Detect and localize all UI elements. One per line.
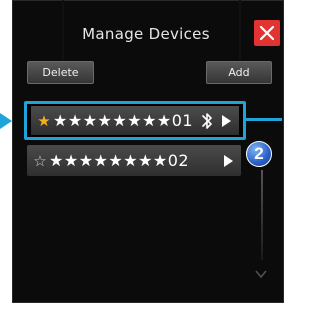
pointer-arrow-icon [0, 113, 12, 129]
delete-button[interactable]: Delete [27, 61, 94, 84]
play-arrow-icon [222, 114, 231, 127]
device-row-selected[interactable]: ★ ★★★★★★★★01 [24, 101, 246, 140]
chevron-down-icon[interactable] [255, 268, 267, 280]
add-button[interactable]: Add [206, 61, 272, 84]
callout-line-row [246, 118, 282, 121]
bluetooth-icon [202, 112, 212, 129]
device-row-inner: ★ ★★★★★★★★01 [31, 106, 239, 135]
star-filled-icon: ★ [37, 111, 51, 130]
play-arrow-icon [224, 154, 233, 167]
device-name: ★★★★★★★★02 [49, 151, 190, 170]
page-title: Manage Devices [82, 25, 210, 43]
close-button[interactable] [254, 20, 280, 46]
step-badge: 2 [246, 141, 272, 167]
star-outline-icon: ☆ [33, 151, 47, 170]
close-icon [259, 25, 275, 41]
device-row[interactable]: ☆ ★★★★★★★★02 [27, 145, 241, 176]
device-name: ★★★★★★★★01 [53, 111, 194, 130]
scrollbar-track[interactable] [261, 170, 263, 260]
